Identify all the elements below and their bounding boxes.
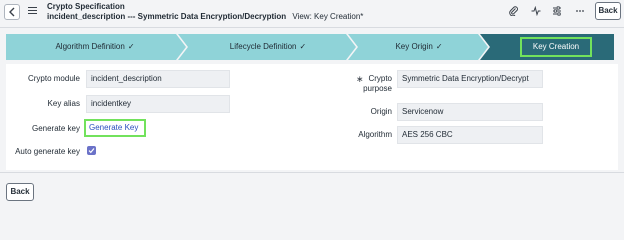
back-arrow-button[interactable] [4, 4, 20, 20]
stage-check-icon: ✓ [127, 42, 135, 51]
algorithm-label: Algorithm [358, 130, 392, 139]
origin-label: Origin [370, 107, 392, 116]
page-title: Crypto Specification [47, 2, 125, 11]
key-alias-field[interactable]: incidentkey [86, 95, 230, 113]
crypto-purpose-label-line2: purpose [363, 84, 392, 93]
crypto-purpose-field[interactable]: Symmetric Data Encryption/Decrypt [397, 70, 543, 88]
crypto-purpose-label-line1: Crypto [368, 74, 392, 83]
generate-key-link[interactable]: Generate Key [84, 119, 146, 137]
stage-check-icon: ✓ [435, 42, 443, 51]
stage-label: Algorithm Definition [55, 42, 125, 51]
header-back-button[interactable]: Back [595, 2, 621, 20]
stage-key-creation[interactable]: Key Creation [520, 37, 592, 57]
activity-icon[interactable] [531, 6, 541, 16]
auto-generate-key-label: Auto generate key [15, 147, 80, 156]
stage-label: Key Creation [532, 42, 580, 51]
generate-key-label: Generate key [31, 124, 80, 133]
stage-label: Key Origin [395, 42, 433, 51]
crypto-module-field[interactable]: incident_description [86, 70, 230, 88]
form-footer: Back [0, 172, 624, 204]
auto-generate-key-checkbox[interactable] [87, 146, 96, 155]
stage-check-icon: ✓ [299, 42, 307, 51]
stage-lifecycle-definition[interactable]: Lifecycle Definition ✓ [182, 34, 354, 60]
hamburger-menu-icon[interactable] [28, 7, 37, 15]
settings-sliders-icon[interactable] [552, 6, 562, 16]
checkmark-icon [88, 148, 95, 154]
more-options-icon[interactable] [575, 6, 585, 16]
algorithm-field[interactable]: AES 256 CBC [397, 126, 543, 144]
footer-back-button[interactable]: Back [6, 183, 34, 201]
paperclip-icon[interactable] [509, 6, 519, 16]
stage-progress-bar: Algorithm Definition ✓ Lifecycle Definiti… [6, 34, 614, 60]
record-name: incident_description --- Symmetric Data … [47, 12, 287, 21]
crypto-module-label: Crypto module [27, 74, 80, 83]
stage-label: Lifecycle Definition [229, 42, 297, 51]
key-alias-label: Key alias [47, 99, 80, 108]
form-header: Crypto Specification incident_descriptio… [0, 0, 624, 28]
view-indicator: View: Key Creation* [292, 12, 364, 21]
origin-field[interactable]: Servicenow [397, 103, 543, 121]
stage-algorithm-definition[interactable]: Algorithm Definition ✓ [6, 34, 184, 60]
chevron-left-icon [9, 7, 15, 17]
stage-key-origin[interactable]: Key Origin ✓ [352, 34, 486, 60]
record-subtitle: incident_description --- Symmetric Data … [47, 12, 363, 22]
